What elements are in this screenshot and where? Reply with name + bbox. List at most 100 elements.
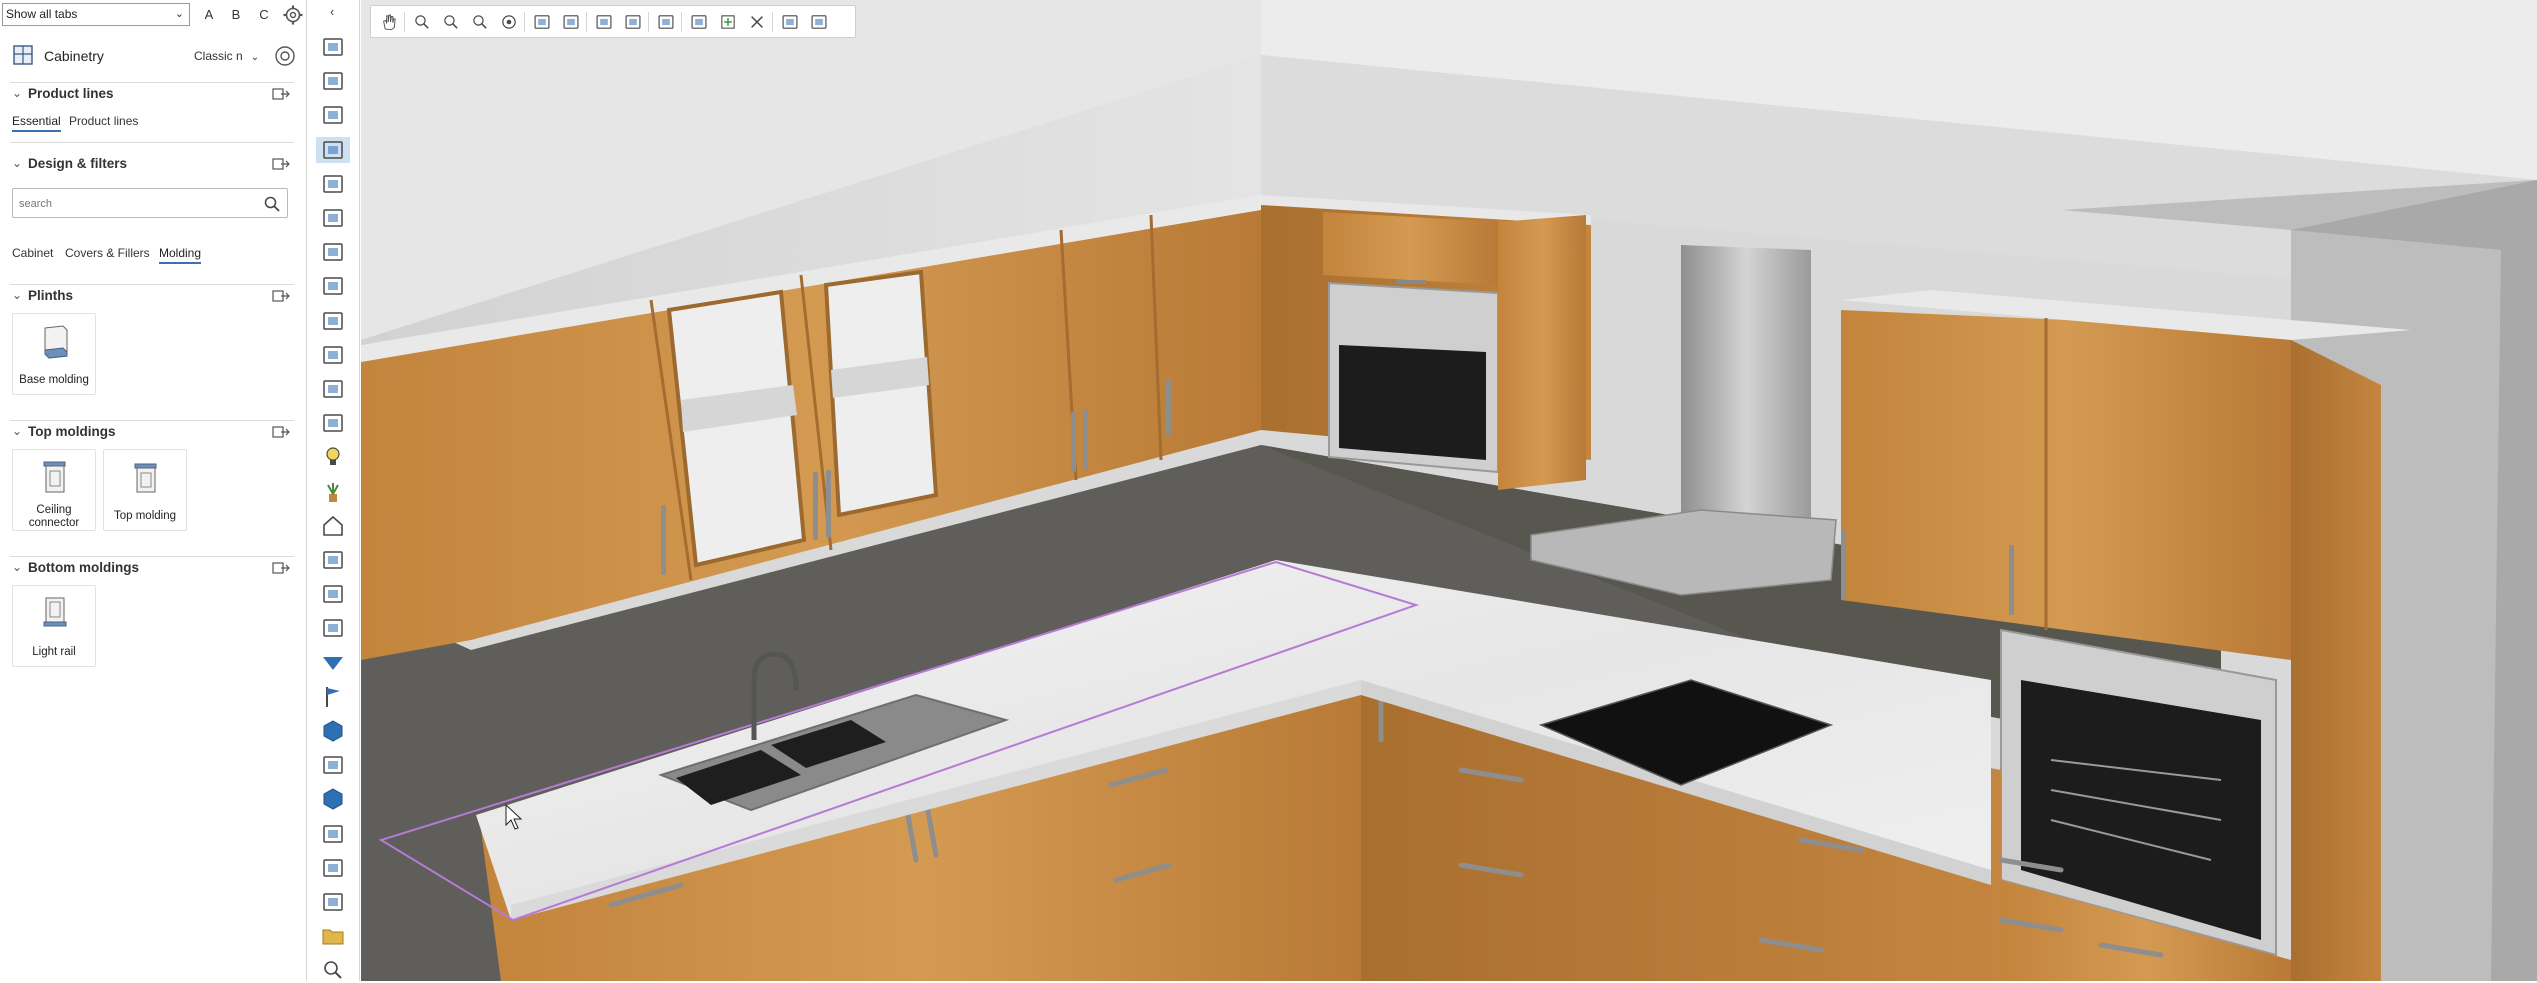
kitchen-3d-scene[interactable] — [361, 0, 2537, 981]
arch-icon[interactable] — [320, 171, 346, 197]
plant-icon-glyph — [327, 482, 339, 502]
divider — [10, 556, 294, 557]
detach-icon[interactable] — [271, 155, 291, 173]
bench-icon-glyph — [323, 209, 343, 227]
tab-cabinet[interactable]: Cabinet — [12, 246, 53, 260]
delete-icon[interactable] — [746, 12, 768, 32]
stairs-icon[interactable] — [320, 855, 346, 881]
layers-icon[interactable] — [622, 12, 644, 32]
gear-icon[interactable] — [282, 4, 304, 26]
tab-covers-fillers[interactable]: Covers & Fillers — [65, 246, 150, 260]
search-field[interactable] — [12, 188, 288, 218]
select-icon[interactable] — [593, 12, 615, 32]
cabinet-handle — [1396, 280, 1426, 284]
fit-all-icon[interactable] — [531, 12, 553, 32]
tabs-select[interactable]: Show all tabs ⌄ — [2, 3, 190, 26]
section-title: Top moldings — [28, 424, 116, 439]
view-b-button[interactable]: B — [226, 5, 246, 25]
add-icon-glyph — [721, 15, 735, 29]
folder-icon[interactable] — [320, 923, 346, 949]
section-bottom-moldings[interactable]: ⌄ Bottom moldings — [0, 558, 307, 580]
cabinet-handle — [2009, 545, 2014, 615]
section-title: Plinths — [28, 288, 74, 303]
style-select[interactable]: Classic n ⌄ — [194, 49, 259, 63]
floorplan-icon[interactable] — [320, 889, 346, 915]
lightbulb-icon-glyph — [326, 447, 340, 466]
plan-icon-glyph — [323, 106, 343, 125]
door-icon[interactable] — [320, 376, 346, 402]
cube-icon[interactable] — [320, 786, 346, 812]
search-input[interactable] — [19, 195, 249, 213]
pan-icon[interactable] — [378, 12, 400, 32]
triangle-icon-glyph — [323, 656, 343, 670]
camera-icon[interactable] — [320, 752, 346, 778]
bathtub-icon-glyph — [323, 346, 343, 364]
search-icon[interactable] — [263, 195, 281, 213]
detach-icon[interactable] — [271, 423, 291, 441]
base-molding-icon — [44, 325, 68, 359]
product-tile-light-rail[interactable]: Light rail — [12, 585, 96, 667]
zoom-in-icon[interactable] — [411, 12, 433, 32]
triangle-icon[interactable] — [320, 650, 346, 676]
zoom-window-icon[interactable] — [469, 12, 491, 32]
shelving-icon[interactable] — [320, 273, 346, 299]
section-plinths[interactable]: ⌄ Plinths — [0, 286, 307, 308]
camera-icon[interactable] — [779, 12, 801, 32]
section-design-filters[interactable]: ⌄ Design & filters — [0, 154, 307, 176]
bathtub-icon[interactable] — [320, 342, 346, 368]
building-icon[interactable] — [320, 581, 346, 607]
figure-icon[interactable] — [320, 547, 346, 573]
catalog-settings-icon[interactable] — [273, 44, 297, 68]
box-icon[interactable] — [320, 718, 346, 744]
stove-icon[interactable] — [320, 34, 346, 60]
shelving-icon-glyph — [323, 277, 343, 296]
plant-icon[interactable] — [320, 479, 346, 505]
tab-molding[interactable]: Molding — [159, 246, 202, 264]
toolbar-separator — [524, 12, 525, 32]
screenshot-icon[interactable] — [808, 12, 830, 32]
car-icon[interactable] — [320, 308, 346, 334]
collapse-panel-icon[interactable]: ‹ — [330, 4, 334, 19]
truck-icon[interactable] — [320, 615, 346, 641]
divider — [10, 284, 294, 285]
detach-icon[interactable] — [271, 559, 291, 577]
scanner-icon[interactable] — [320, 821, 346, 847]
orbit-icon[interactable] — [498, 12, 520, 32]
view-c-button[interactable]: C — [254, 5, 274, 25]
toolbar-separator — [681, 12, 682, 32]
lightbulb-icon[interactable] — [320, 444, 346, 470]
view-a-button[interactable]: A — [199, 5, 219, 25]
plan-icon[interactable] — [320, 102, 346, 128]
detach-icon[interactable] — [271, 287, 291, 305]
bench-icon[interactable] — [320, 205, 346, 231]
tools-icon[interactable] — [320, 68, 346, 94]
search-icon[interactable] — [320, 957, 346, 983]
delete-icon-glyph — [751, 16, 763, 28]
3d-viewport[interactable] — [361, 0, 2537, 981]
select-icon-glyph — [596, 15, 612, 29]
pencil-icon[interactable] — [688, 12, 710, 32]
cabinet-grid-icon[interactable] — [316, 136, 350, 163]
section-product-lines[interactable]: ⌄ Product lines — [0, 84, 307, 106]
detach-icon[interactable] — [271, 85, 291, 103]
stove-icon-glyph — [323, 38, 343, 56]
measure-icon[interactable] — [655, 12, 677, 32]
cabinet-handle — [661, 505, 666, 575]
cabinet-handle — [826, 470, 831, 538]
oven-tower-side — [1498, 215, 1586, 490]
product-tile-base-molding[interactable]: Base molding — [12, 313, 96, 395]
section-title: Design & filters — [28, 156, 128, 171]
house-icon[interactable] — [320, 513, 346, 539]
flag-icon[interactable] — [320, 684, 346, 710]
tab-essential[interactable]: Essential — [12, 114, 61, 132]
group-icon[interactable] — [320, 410, 346, 436]
product-tile-ceiling-connector[interactable]: Ceiling connector — [12, 449, 96, 531]
fit-selection-icon[interactable] — [560, 12, 582, 32]
faucet-icon[interactable] — [320, 239, 346, 265]
zoom-out-icon[interactable] — [440, 12, 462, 32]
light-rail-icon — [43, 597, 67, 627]
tab-product-lines[interactable]: Product lines — [69, 114, 138, 128]
product-tile-top-molding[interactable]: Top molding — [103, 449, 187, 531]
add-icon[interactable] — [717, 12, 739, 32]
section-top-moldings[interactable]: ⌄ Top moldings — [0, 422, 307, 444]
